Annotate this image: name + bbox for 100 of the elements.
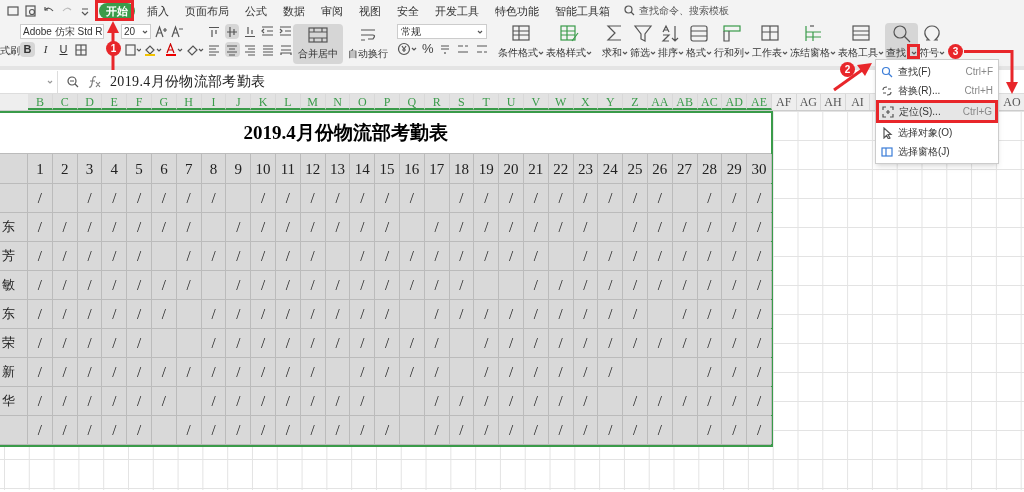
table-cell-text: / bbox=[632, 275, 638, 295]
table-cell-text: / bbox=[583, 420, 588, 440]
tool-button[interactable]: 表格工具 bbox=[837, 23, 885, 59]
menu-tab[interactable]: 公式 bbox=[237, 2, 275, 19]
table-cell-text: / bbox=[37, 333, 42, 353]
table-cell-text: / bbox=[756, 304, 762, 324]
menu-item[interactable]: 查找(F) bbox=[898, 64, 931, 79]
table-cell-text: / bbox=[608, 304, 613, 324]
table-cell-text: / bbox=[409, 362, 414, 382]
table-cell-text: / bbox=[558, 420, 563, 440]
tool-button[interactable]: 符号 bbox=[918, 23, 946, 59]
tool-button[interactable]: 工作表 bbox=[751, 23, 789, 59]
table-cell-text: / bbox=[186, 275, 191, 295]
table-cell-text: / bbox=[409, 333, 414, 353]
menu-tab[interactable]: 数据 bbox=[275, 2, 313, 19]
tool-button[interactable]: 条件格式 bbox=[497, 23, 545, 59]
search-icon[interactable] bbox=[624, 5, 635, 16]
search-field[interactable]: 查找命令、搜索模板 bbox=[624, 3, 729, 18]
align-top-button[interactable] bbox=[207, 24, 222, 39]
tool-button[interactable]: 查找 bbox=[885, 23, 918, 59]
menu-item[interactable]: 替换(R)... bbox=[898, 83, 941, 98]
tool-button[interactable]: 排序 bbox=[657, 23, 685, 59]
table-cell-text: / bbox=[137, 188, 142, 208]
format-painter-label[interactable]: 式刷 bbox=[0, 21, 20, 66]
highlight-frame bbox=[907, 44, 920, 59]
function-icon[interactable] bbox=[86, 74, 102, 89]
cell-style-icon[interactable] bbox=[125, 42, 141, 57]
tool-button[interactable]: 表格样式 bbox=[545, 23, 593, 59]
decrease-font-icon[interactable] bbox=[171, 25, 184, 38]
menu-item[interactable]: 选择对象(O) bbox=[898, 125, 953, 140]
table-cell-text: / bbox=[682, 333, 687, 353]
table-cell-text: / bbox=[310, 420, 315, 440]
wrap-text-button[interactable]: 自动换行 bbox=[345, 24, 391, 64]
table-cell-text: 荣 bbox=[2, 334, 15, 353]
table-cell-text: / bbox=[236, 246, 241, 266]
font-name-select[interactable]: Adobe 仿宋 Std R bbox=[20, 24, 104, 39]
menu-tab[interactable]: 视图 bbox=[351, 2, 389, 19]
align-middle-button[interactable] bbox=[224, 24, 240, 39]
print-icon[interactable] bbox=[6, 3, 20, 18]
style-button[interactable]: I bbox=[38, 42, 53, 57]
table-cell-text: / bbox=[211, 188, 216, 208]
table-cell-text: / bbox=[632, 246, 638, 266]
table-cell-text: / bbox=[657, 420, 662, 440]
table-cell-text: / bbox=[732, 391, 737, 411]
column-header[interactable]: AH bbox=[821, 94, 846, 110]
align-bottom-button[interactable] bbox=[242, 24, 257, 39]
font-color-icon[interactable] bbox=[165, 42, 183, 57]
table-cell-text: / bbox=[186, 362, 191, 382]
tool-button[interactable]: 行和列 bbox=[713, 23, 751, 59]
table-cell-text: / bbox=[583, 217, 588, 237]
percent-button[interactable]: % bbox=[422, 42, 434, 56]
table-cell-text: / bbox=[434, 391, 439, 411]
table-cell-text: / bbox=[384, 188, 390, 208]
border-icon[interactable] bbox=[74, 42, 88, 57]
shortcut-label: Ctrl+F bbox=[965, 65, 993, 79]
style-button[interactable]: U bbox=[56, 42, 71, 57]
style-button[interactable]: B bbox=[20, 42, 35, 57]
tool-button[interactable]: 筛选 bbox=[629, 23, 657, 59]
increase-font-icon[interactable] bbox=[155, 25, 168, 38]
formula-input[interactable]: 2019.4月份物流部考勤表 bbox=[110, 71, 266, 92]
align-middle-icon bbox=[226, 25, 238, 38]
caret-icon bbox=[939, 49, 945, 56]
thousands-separator-icon[interactable] bbox=[438, 42, 451, 56]
zoom-icon[interactable] bbox=[66, 74, 80, 89]
font-size-select[interactable]: 20 bbox=[121, 24, 151, 39]
table-cell: 23 bbox=[573, 154, 599, 183]
table-cell-text: / bbox=[112, 333, 117, 353]
column-header[interactable]: AG bbox=[796, 94, 822, 110]
menu-tab[interactable]: 审阅 bbox=[313, 2, 351, 19]
table-cell-text: / bbox=[484, 333, 489, 353]
table-cell-text: / bbox=[508, 304, 514, 324]
table-cell: 21 bbox=[523, 154, 549, 183]
menu-tab[interactable]: 插入 bbox=[139, 2, 177, 19]
table-cell-text: / bbox=[533, 420, 538, 440]
merge-center-button[interactable]: 合并居中 bbox=[293, 24, 343, 64]
menu-tab[interactable]: 页面布局 bbox=[177, 2, 237, 19]
menu-tab[interactable]: 特色功能 bbox=[487, 2, 547, 19]
column-header[interactable]: AI bbox=[845, 94, 871, 110]
merge-cells-icon bbox=[308, 27, 328, 43]
column-header[interactable]: AO bbox=[1000, 94, 1024, 110]
column-header[interactable]: AF bbox=[771, 94, 797, 110]
table-cell-text: / bbox=[161, 362, 166, 382]
table-cell-text: / bbox=[558, 391, 563, 411]
table-cell: 16 bbox=[399, 154, 425, 183]
table-cell-text: / bbox=[508, 246, 514, 266]
tool-button[interactable]: 格式 bbox=[685, 23, 713, 59]
align-distributed-button[interactable] bbox=[278, 42, 293, 57]
table-cell-text: / bbox=[360, 275, 365, 295]
table-cell-text: / bbox=[87, 420, 92, 440]
tool-button[interactable]: 求和 bbox=[601, 23, 629, 59]
menu-tab[interactable]: 开发工具 bbox=[427, 2, 487, 19]
number-format-select[interactable]: 常规 bbox=[397, 24, 487, 39]
menu-item[interactable]: 定位(S)... Ctrl+G bbox=[876, 100, 998, 123]
table-cell-text: / bbox=[310, 275, 315, 295]
menu-tab[interactable]: 智能工具箱 bbox=[547, 2, 618, 19]
tool-button[interactable]: 冻结窗格 bbox=[789, 23, 837, 59]
print-preview-icon[interactable] bbox=[24, 3, 38, 18]
menu-item[interactable]: 选择窗格(J) bbox=[898, 144, 950, 159]
currency-icon[interactable] bbox=[397, 42, 417, 56]
menu-tab[interactable]: 安全 bbox=[389, 2, 427, 19]
